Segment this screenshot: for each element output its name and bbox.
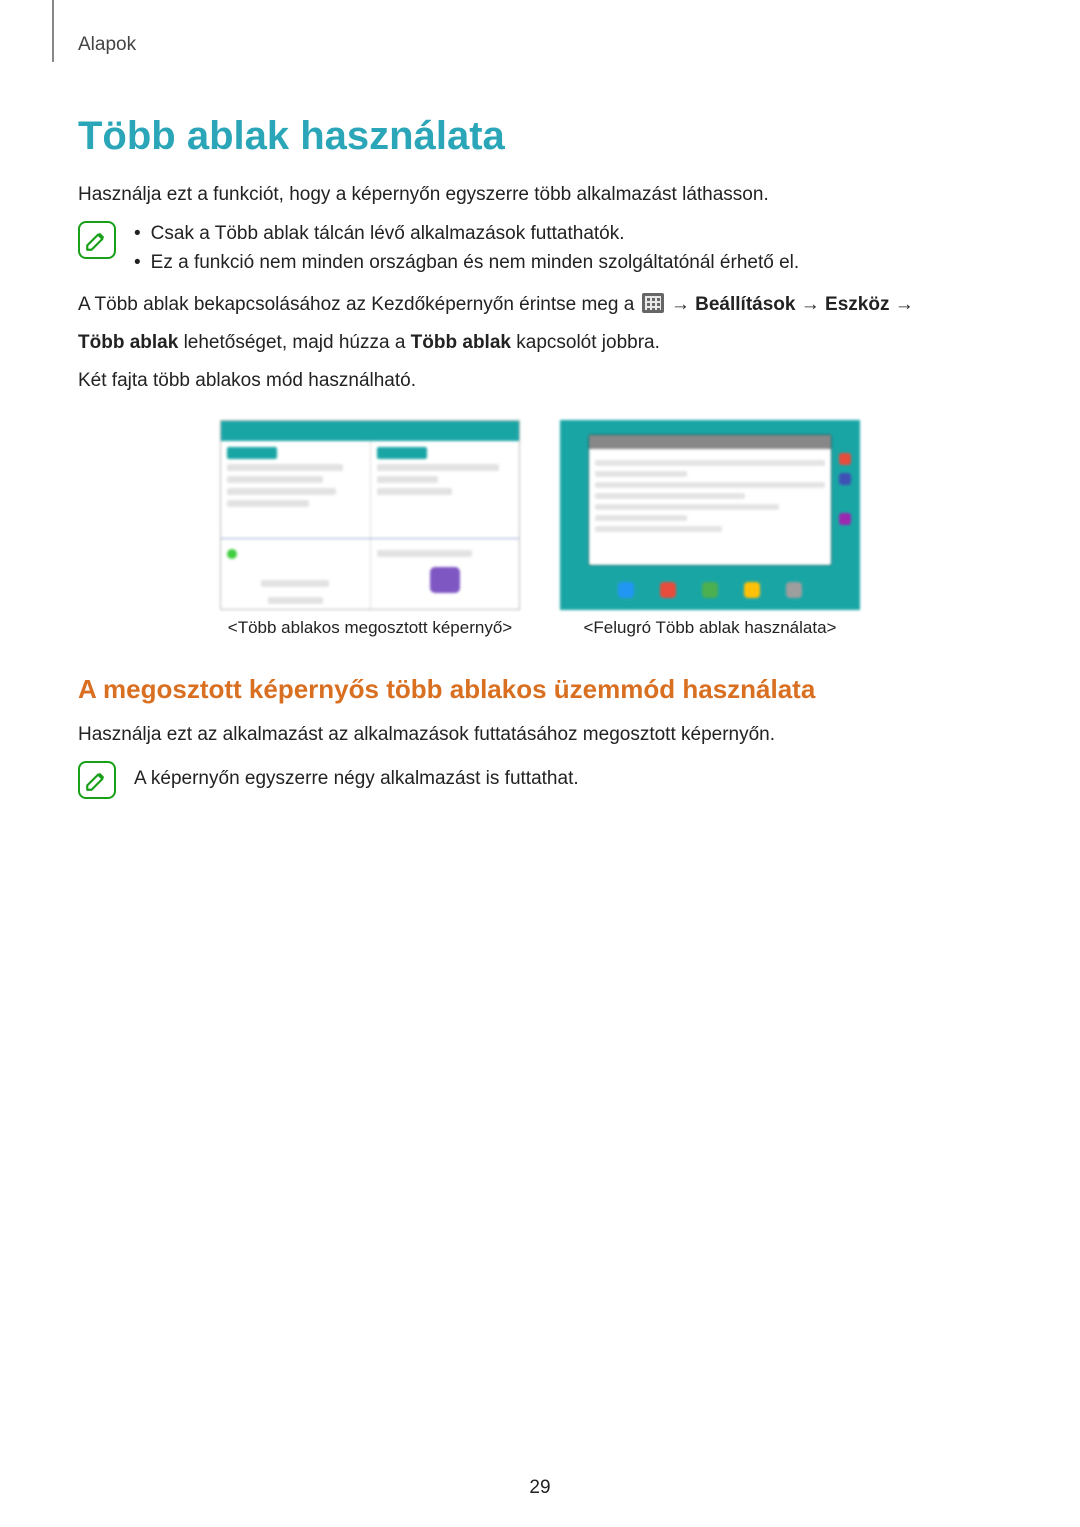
- page-content: Alapok Több ablak használata Használja e…: [0, 0, 1080, 799]
- page-title: Több ablak használata: [78, 114, 1002, 159]
- enable2-mid: lehetőséget, majd húzza a: [184, 332, 411, 353]
- enable2-bold: Több ablak: [411, 332, 511, 353]
- note-list: Csak a Több ablak tálcán lévő alkalmazás…: [134, 219, 1002, 278]
- two-modes-paragraph: Két fajta több ablakos mód használható.: [78, 367, 1002, 395]
- enable-paragraph-line2: Több ablak lehetőséget, majd húzza a Töb…: [78, 329, 1002, 357]
- figure-popup: <Felugró Több ablak használata>: [560, 420, 860, 638]
- note1-item-1: Csak a Több ablak tálcán lévő alkalmazás…: [134, 219, 1002, 248]
- header-left-rule: [52, 0, 54, 62]
- apps-grid-icon: [642, 293, 664, 313]
- subheading: A megosztott képernyős több ablakos üzem…: [78, 674, 1002, 705]
- note2-text: A képernyőn egyszerre négy alkalmazást i…: [134, 759, 1002, 794]
- pencil-note-icon: [84, 227, 110, 253]
- section-label: Alapok: [78, 34, 1002, 56]
- mock-screenshot-split: [220, 420, 520, 610]
- note-block-2: A képernyőn egyszerre négy alkalmazást i…: [78, 759, 1002, 799]
- figure-split-screen: <Több ablakos megosztott képernyő>: [220, 420, 520, 638]
- page-number: 29: [0, 1477, 1080, 1499]
- note1-item-2: Ez a funkció nem minden országban és nem…: [134, 248, 1002, 277]
- pencil-note-icon: [84, 767, 110, 793]
- note-icon: [78, 761, 116, 799]
- enable-paragraph: A Több ablak bekapcsolásához az Kezdőkép…: [78, 291, 1002, 319]
- enable2-post: kapcsolót jobbra.: [516, 332, 660, 353]
- arrow-1: →: [671, 294, 695, 315]
- enable-bold-2: Eszköz: [825, 294, 889, 315]
- sub-intro: Használja ezt az alkalmazást az alkalmaz…: [78, 721, 1002, 749]
- caption-popup: <Felugró Több ablak használata>: [584, 618, 837, 638]
- arrow-3: →: [895, 294, 914, 315]
- enable-pre: A Több ablak bekapcsolásához az Kezdőkép…: [78, 294, 640, 315]
- enable-bold-1: Beállítások: [695, 294, 795, 315]
- intro-paragraph: Használja ezt a funkciót, hogy a képerny…: [78, 181, 1002, 209]
- arrow-2: →: [801, 294, 825, 315]
- figures-row: <Több ablakos megosztott képernyő>: [78, 420, 1002, 638]
- note-icon: [78, 221, 116, 259]
- mock-screenshot-popup: [560, 420, 860, 610]
- caption-split: <Több ablakos megosztott képernyő>: [228, 618, 512, 638]
- note-block-1: Csak a Több ablak tálcán lévő alkalmazás…: [78, 219, 1002, 278]
- enable2-bold-pre: Több ablak: [78, 332, 178, 353]
